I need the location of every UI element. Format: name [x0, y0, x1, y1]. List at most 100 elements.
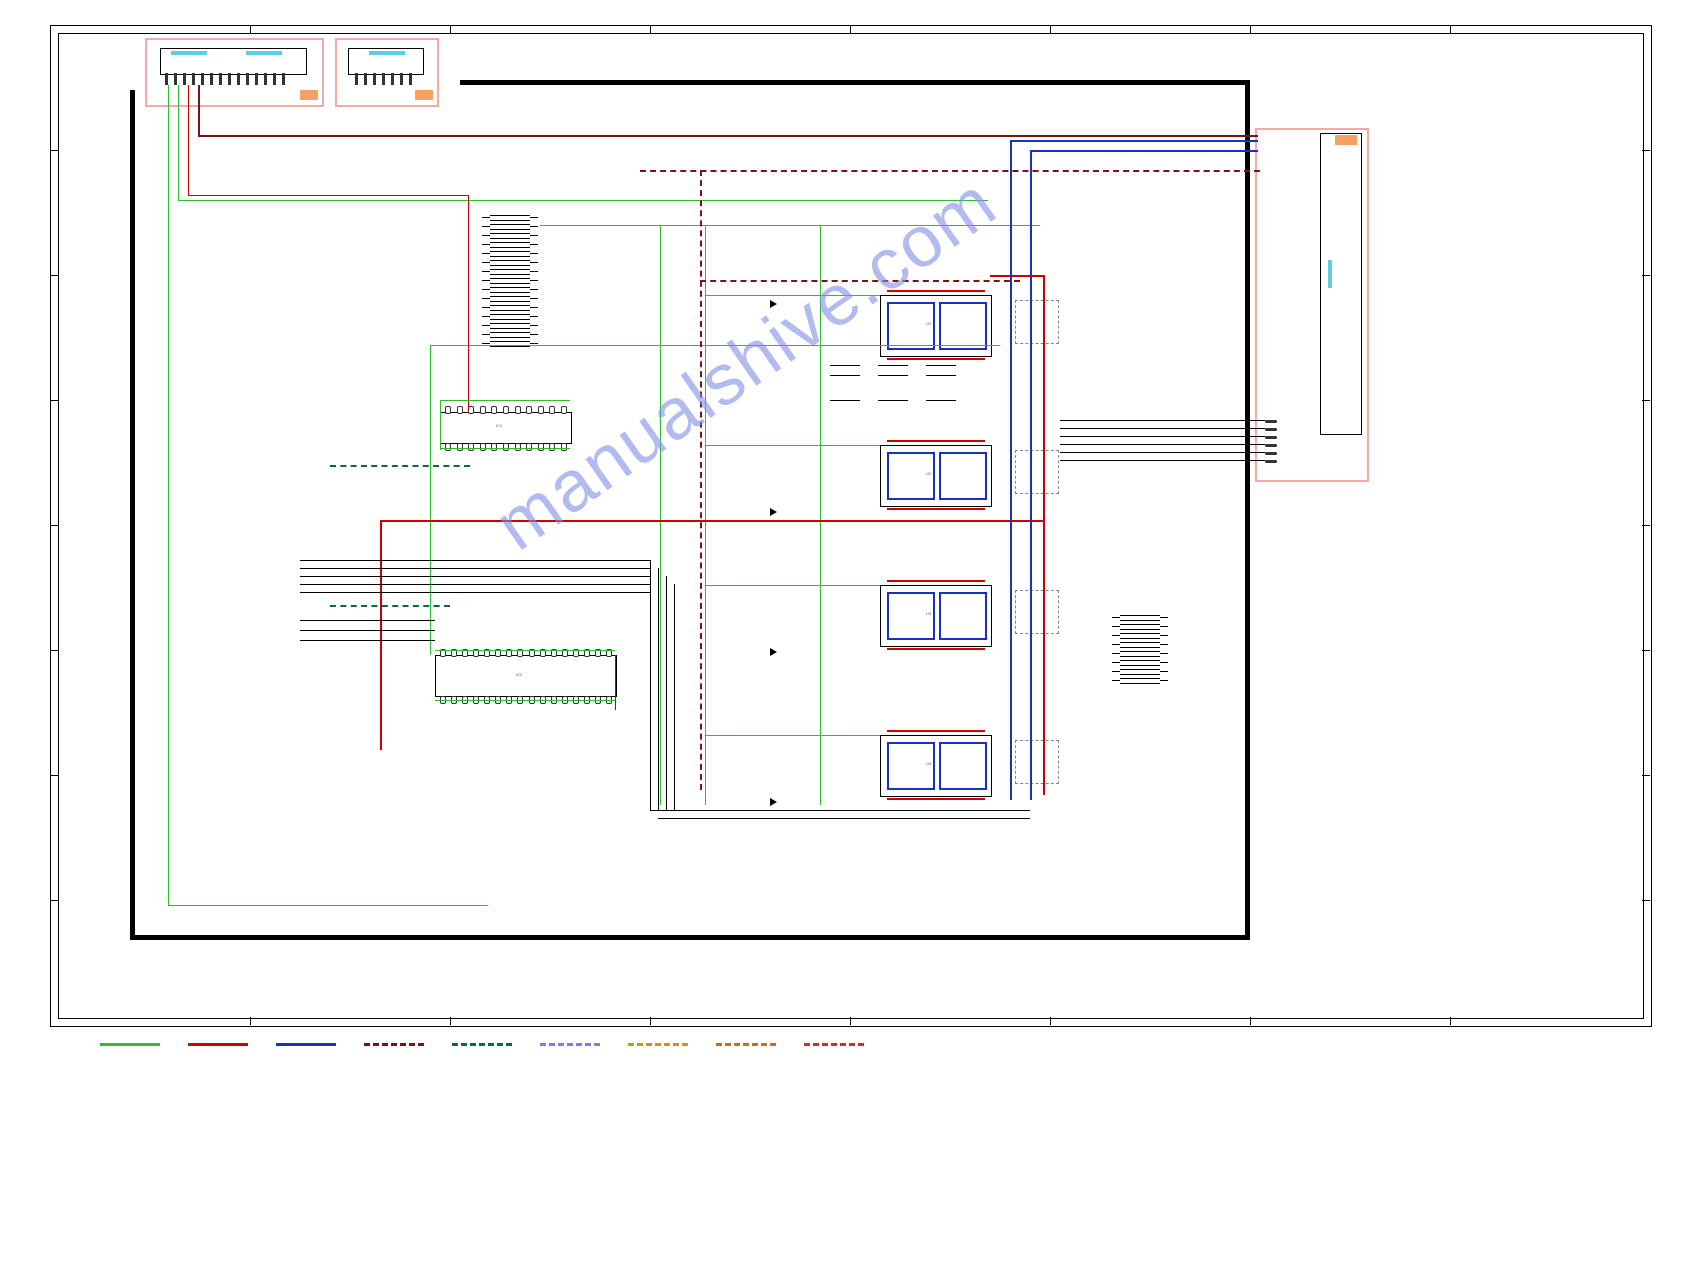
legend-swatch-darkgreen-dashed: [452, 1043, 512, 1046]
wire-green: [435, 700, 615, 701]
wire-green: [705, 735, 880, 736]
wire-green-dashed: [330, 465, 470, 467]
wire-blue: [1030, 150, 1032, 800]
resistor-row: [830, 365, 1000, 366]
border-tick: [450, 1017, 451, 1025]
wire-black: [1060, 460, 1265, 461]
wire-green: [168, 905, 488, 906]
driver-module-1: U1: [880, 295, 992, 357]
resistor-bank-1: [490, 215, 530, 347]
wire-darkred: [198, 85, 200, 135]
connector-pins: [355, 73, 412, 85]
schematic-page: IC1 IC2 U1 U2 U3: [0, 0, 1701, 1263]
connector-tag-icon: [415, 90, 433, 100]
wire-green: [705, 225, 706, 805]
border-tick: [1250, 1017, 1251, 1025]
resistor-row: [830, 400, 1000, 401]
wire-red: [615, 655, 616, 710]
border-tick: [50, 775, 58, 776]
support-block-2: [1015, 450, 1059, 494]
wire-red: [188, 195, 468, 196]
wire-black: [300, 584, 650, 585]
border-tick: [1050, 25, 1051, 33]
wire-black: [300, 568, 650, 569]
diode-icon: [770, 798, 777, 806]
wire-green: [540, 225, 1040, 226]
driver-module-2: U2: [880, 445, 992, 507]
border-tick: [1250, 25, 1251, 33]
wire-green: [705, 295, 880, 296]
border-tick: [50, 650, 58, 651]
connector-top-mid: [348, 48, 424, 75]
legend-swatch-darkred-dashed: [364, 1043, 424, 1046]
pcb-outline: [130, 80, 1250, 940]
wire-green: [430, 345, 1000, 346]
connector-mark-icon: [246, 51, 282, 55]
border-tick: [1642, 900, 1650, 901]
diode-icon: [770, 508, 777, 516]
resistor-row: [830, 375, 1000, 376]
legend-swatch-orange-dashed: [628, 1043, 688, 1046]
wire-darkred: [198, 135, 1258, 137]
border-tick: [1642, 150, 1650, 151]
border-tick: [50, 150, 58, 151]
border-tick: [850, 25, 851, 33]
driver-module-4: U4: [880, 735, 992, 797]
border-tick: [1450, 1017, 1451, 1025]
wire-green: [440, 448, 570, 449]
ic2-label: IC2: [516, 672, 522, 677]
border-tick: [1642, 650, 1650, 651]
wire-black: [1060, 444, 1265, 445]
wire-black: [650, 560, 651, 810]
connector-mark-icon: [171, 51, 207, 55]
wire-blue: [1010, 140, 1258, 142]
support-block-3: [1015, 590, 1059, 634]
wire-blue: [1030, 150, 1258, 152]
wire-black: [1060, 420, 1265, 421]
border-tick: [1642, 400, 1650, 401]
wire-black: [300, 592, 650, 593]
ic-2: IC2: [435, 655, 617, 697]
wire-black: [1060, 428, 1265, 429]
legend-swatch-darkorange-dashed: [716, 1043, 776, 1046]
connector-mark-icon: [1328, 260, 1332, 288]
connector-top-left: [160, 48, 307, 75]
driver3-label: U3: [926, 611, 931, 616]
wire-green: [168, 85, 169, 905]
wire-black: [658, 568, 659, 810]
border-tick: [1642, 775, 1650, 776]
driver2-label: U2: [926, 471, 931, 476]
wire-black: [658, 818, 1030, 819]
border-tick: [650, 1017, 651, 1025]
wire-green: [660, 225, 661, 805]
legend-swatch-lightblue-dashed: [540, 1043, 600, 1046]
wire-blue: [1010, 140, 1012, 800]
resistor-bank-2: [1120, 615, 1160, 684]
wire-green: [430, 345, 431, 655]
wire-black: [650, 810, 1030, 811]
border-tick: [1642, 525, 1650, 526]
driver1-label: U1: [926, 321, 931, 326]
wire-red: [380, 520, 382, 750]
wire-red: [1043, 275, 1045, 795]
legend-swatch-red-dashed: [804, 1043, 864, 1046]
border-tick: [1642, 275, 1650, 276]
wire-black: [666, 576, 667, 810]
connector-mark-icon: [369, 51, 405, 55]
driver-module-3: U3: [880, 585, 992, 647]
wire-black: [300, 630, 435, 631]
wire-darkred-dashed: [700, 280, 1020, 282]
wire-black: [300, 640, 435, 641]
diode-icon: [770, 648, 777, 656]
wire-green: [178, 85, 179, 200]
wire-green-dashed: [330, 605, 450, 607]
border-tick: [450, 25, 451, 33]
wire-green: [435, 650, 615, 651]
support-block-4: [1015, 740, 1059, 784]
wire-black: [300, 560, 650, 561]
border-tick: [50, 525, 58, 526]
wire-red: [990, 275, 1045, 277]
border-tick: [50, 900, 58, 901]
legend-swatch-red: [188, 1043, 248, 1046]
wire-darkred-dashed: [640, 170, 1260, 172]
